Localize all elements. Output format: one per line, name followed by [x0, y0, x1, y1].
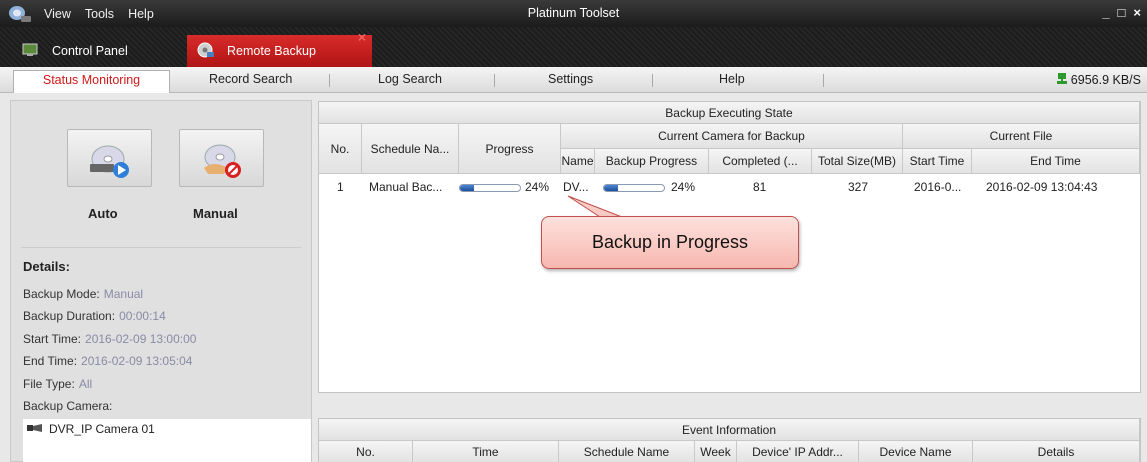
- cell-start-time: 2016-0...: [914, 180, 962, 194]
- camera-icon: [27, 422, 43, 436]
- table-title: Backup Executing State: [319, 102, 1140, 124]
- list-item[interactable]: DVR_IP Camera 01: [23, 419, 311, 439]
- menu-tools[interactable]: Tools: [85, 7, 114, 21]
- column-group-header: Current Camera for Backup: [561, 124, 903, 149]
- detail-value: 2016-02-09 13:00:00: [85, 332, 197, 346]
- column-header[interactable]: Week: [695, 441, 737, 462]
- progress-bar-fill: [460, 185, 475, 191]
- camera-name: DVR_IP Camera 01: [49, 422, 155, 436]
- auto-backup-button[interactable]: [67, 129, 152, 187]
- tab-remote-backup[interactable]: Remote Backup ×: [187, 29, 372, 67]
- tab-log-search[interactable]: Log Search: [378, 72, 442, 86]
- cell-no: 1: [337, 180, 344, 194]
- tab-separator: [329, 74, 330, 87]
- window-controls: _ □ ×: [1102, 5, 1141, 20]
- backup-control-panel: Auto Manual Details: Backup Mode: Manual …: [10, 100, 312, 462]
- module-tab-strip: Control Panel Remote Backup ×: [0, 27, 1147, 67]
- event-information-table: Event Information No. Time Schedule Name…: [318, 418, 1141, 462]
- tab-separator: [494, 74, 495, 87]
- column-header[interactable]: Completed (...: [709, 149, 812, 174]
- cell-progress-text: 24%: [525, 180, 550, 194]
- column-header[interactable]: Backup Progress: [595, 149, 709, 174]
- divider: [21, 247, 301, 248]
- detail-value: 2016-02-09 13:05:04: [81, 354, 193, 368]
- tab-record-search[interactable]: Record Search: [209, 72, 292, 86]
- cell-completed: 81: [753, 180, 767, 194]
- minimize-button[interactable]: _: [1102, 5, 1109, 20]
- auto-label: Auto: [88, 206, 118, 221]
- column-header[interactable]: Start Time: [903, 149, 972, 174]
- tab-separator: [652, 74, 653, 87]
- window-title: Platinum Toolset: [527, 6, 620, 20]
- detail-label: End Time:: [23, 354, 78, 368]
- auto-backup-icon: [90, 145, 129, 178]
- tab-control-panel-label: Control Panel: [52, 44, 128, 58]
- progress-bar: [459, 184, 521, 192]
- tab-separator: [823, 74, 824, 87]
- app-logo-icon: [6, 3, 34, 25]
- cell-total-size: 327: [848, 180, 869, 194]
- title-bar: View Tools Help Platinum Toolset _ □ ×: [0, 0, 1147, 27]
- detail-label: File Type:: [23, 377, 75, 391]
- detail-end-time: End Time: 2016-02-09 13:05:04: [23, 354, 192, 368]
- detail-label: Backup Duration:: [23, 309, 116, 323]
- column-header[interactable]: No.: [319, 441, 413, 462]
- detail-value: All: [78, 377, 93, 391]
- tab-control-panel[interactable]: Control Panel: [22, 35, 128, 67]
- column-header[interactable]: Details: [973, 441, 1140, 462]
- column-group-header: Current File: [903, 124, 1140, 149]
- manual-label: Manual: [193, 206, 238, 221]
- camera-list: DVR_IP Camera 01: [23, 419, 311, 462]
- cell-backup-progress-text: 24%: [671, 180, 696, 194]
- detail-start-time: Start Time: 2016-02-09 13:00:00: [23, 332, 196, 346]
- network-speed: 6956.9 KB/S: [1056, 72, 1141, 88]
- column-header[interactable]: Schedule Na...: [362, 124, 459, 174]
- tab-help[interactable]: Help: [719, 72, 745, 86]
- control-panel-icon: [22, 43, 38, 60]
- column-header[interactable]: End Time: [972, 149, 1140, 174]
- tab-status-monitoring[interactable]: Status Monitoring: [13, 70, 170, 93]
- cell-schedule: Manual Bac...: [369, 180, 443, 194]
- tab-settings[interactable]: Settings: [548, 72, 593, 86]
- detail-label: Backup Camera:: [23, 399, 113, 413]
- cell-end-time: 2016-02-09 13:04:43: [986, 180, 1098, 194]
- tab-close-icon[interactable]: ×: [358, 29, 366, 45]
- tab-remote-backup-label: Remote Backup: [227, 44, 316, 58]
- table-row[interactable]: 1 Manual Bac... 24% DV... 24% 81 327 201…: [319, 178, 1140, 198]
- progress-bar-fill: [604, 185, 619, 191]
- menu-view[interactable]: View: [44, 7, 71, 21]
- column-header[interactable]: No.: [319, 124, 362, 174]
- remote-backup-icon: [197, 42, 215, 61]
- menu-bar: View Tools Help: [44, 7, 154, 21]
- detail-value: Manual: [103, 287, 144, 301]
- maximize-button[interactable]: □: [1118, 5, 1126, 20]
- column-header[interactable]: Device' IP Addr...: [737, 441, 859, 462]
- menu-help[interactable]: Help: [128, 7, 154, 21]
- manual-backup-icon: [204, 144, 241, 178]
- detail-backup-camera: Backup Camera:: [23, 399, 112, 413]
- backup-progress-bar: [603, 184, 665, 192]
- column-header[interactable]: Time: [413, 441, 559, 462]
- column-header[interactable]: Total Size(MB): [812, 149, 903, 174]
- sub-tab-bar: Status Monitoring Record Search Log Sear…: [0, 67, 1147, 93]
- detail-label: Backup Mode:: [23, 287, 100, 301]
- callout-annotation: Backup in Progress: [541, 216, 799, 269]
- manual-backup-button[interactable]: [179, 129, 264, 187]
- column-header[interactable]: Device Name: [859, 441, 973, 462]
- close-button[interactable]: ×: [1133, 5, 1141, 20]
- detail-file-type: File Type: All: [23, 377, 92, 391]
- column-header[interactable]: Name: [561, 149, 595, 174]
- network-speed-value: 6956.9 KB/S: [1070, 73, 1141, 87]
- detail-value: 00:00:14: [119, 309, 166, 323]
- table-title: Event Information: [319, 419, 1140, 441]
- column-header[interactable]: Progress: [459, 124, 561, 174]
- network-speed-icon: [1056, 72, 1068, 88]
- column-header[interactable]: Schedule Name: [559, 441, 695, 462]
- detail-label: Start Time:: [23, 332, 82, 346]
- details-title: Details:: [23, 259, 70, 274]
- detail-duration: Backup Duration: 00:00:14: [23, 309, 166, 323]
- detail-backup-mode: Backup Mode: Manual: [23, 287, 143, 301]
